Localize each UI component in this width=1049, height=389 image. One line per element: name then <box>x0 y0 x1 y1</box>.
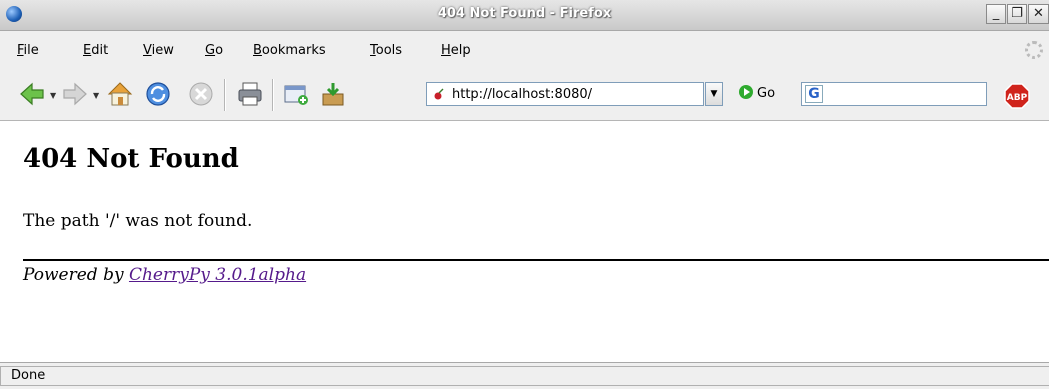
error-message: The path '/' was not found. <box>23 211 253 231</box>
close-button[interactable]: ✕ <box>1028 4 1049 24</box>
toolbar-separator <box>224 79 226 111</box>
address-history-dropdown[interactable]: ▼ <box>705 82 723 106</box>
menu-edit[interactable]: Edit <box>83 43 108 58</box>
page-heading: 404 Not Found <box>23 144 239 174</box>
adblock-plus-icon[interactable]: ABP <box>1003 82 1031 110</box>
google-search-engine-icon[interactable]: G <box>805 85 823 103</box>
toolbar-separator <box>272 79 274 111</box>
navigation-toolbar: ▼ ▼ http://localhost:8080/ ▼ Go G ABP <box>0 71 1049 121</box>
forward-arrow-icon[interactable] <box>61 80 89 108</box>
powered-by-prefix: Powered by <box>23 265 129 285</box>
search-input[interactable]: G <box>801 82 987 106</box>
window-title: 404 Not Found - Firefox <box>437 6 612 21</box>
menu-help[interactable]: Help <box>441 43 471 58</box>
svg-text:ABP: ABP <box>1007 93 1028 103</box>
minimize-button[interactable]: _ <box>986 4 1006 24</box>
print-icon[interactable] <box>236 80 264 108</box>
status-text: Done <box>0 366 1049 386</box>
go-button[interactable]: Go <box>739 85 775 105</box>
menu-go[interactable]: Go <box>205 43 223 58</box>
menu-view[interactable]: View <box>143 43 174 58</box>
horizontal-rule <box>23 259 1049 261</box>
maximize-button[interactable]: ❐ <box>1007 4 1027 24</box>
cherry-favicon-icon <box>434 88 444 100</box>
back-history-dropdown-icon[interactable]: ▼ <box>50 91 56 100</box>
reload-icon[interactable] <box>144 80 172 108</box>
go-arrow-icon <box>739 85 753 99</box>
new-window-icon[interactable] <box>282 80 310 108</box>
forward-history-dropdown-icon[interactable]: ▼ <box>93 91 99 100</box>
back-arrow-icon[interactable] <box>18 80 46 108</box>
stop-icon[interactable] <box>187 80 215 108</box>
cherrypy-link[interactable]: CherryPy 3.0.1alpha <box>129 265 306 285</box>
powered-by-line: Powered by CherryPy 3.0.1alpha <box>23 265 306 285</box>
address-bar[interactable]: http://localhost:8080/ <box>426 82 704 106</box>
menu-bookmarks[interactable]: Bookmarks <box>253 43 326 58</box>
page-content: 404 Not Found The path '/' was not found… <box>0 121 1049 362</box>
activity-throbber-icon <box>1025 41 1043 59</box>
menu-file[interactable]: File <box>17 43 39 58</box>
menu-bar: File Edit View Go Bookmarks Tools Help <box>0 31 1049 71</box>
menu-tools[interactable]: Tools <box>370 43 402 58</box>
download-icon[interactable] <box>319 80 347 108</box>
status-bar: Done <box>0 362 1049 389</box>
window-titlebar[interactable]: 404 Not Found - Firefox _ ❐ ✕ <box>0 0 1049 31</box>
address-url[interactable]: http://localhost:8080/ <box>452 87 592 102</box>
home-icon[interactable] <box>106 80 134 108</box>
